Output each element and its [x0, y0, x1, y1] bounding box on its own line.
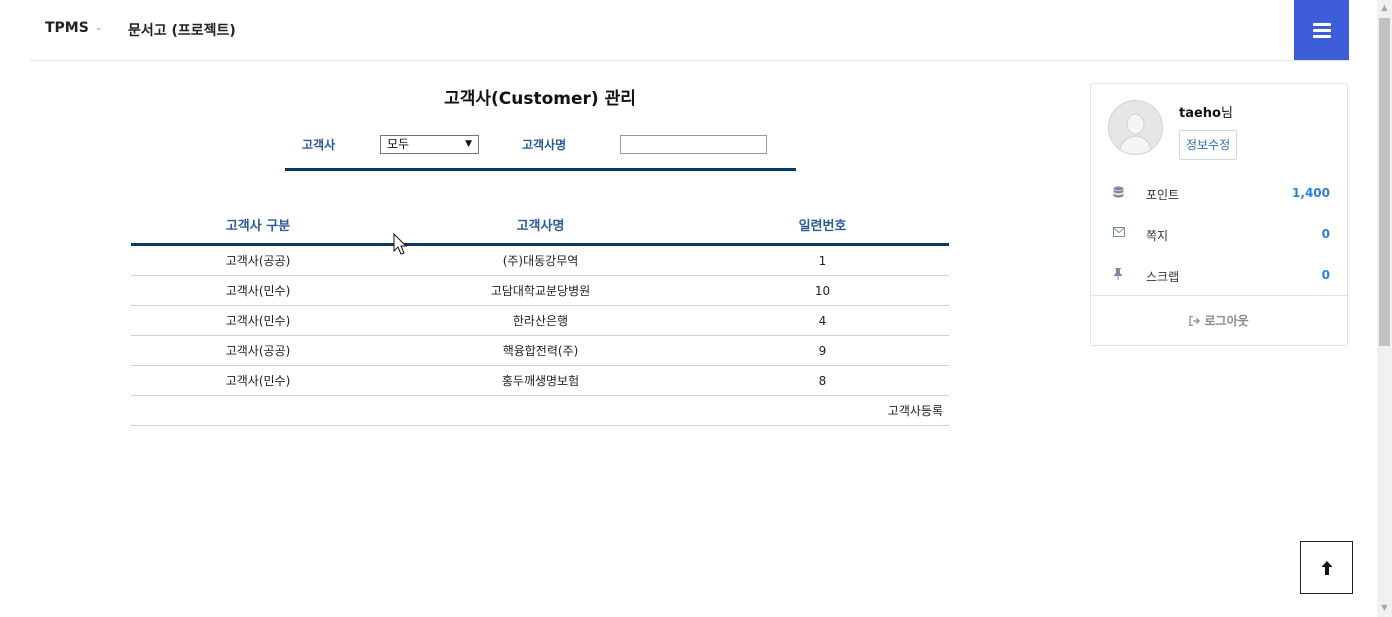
scrap-row[interactable]: 스크랩 0 [1091, 266, 1347, 286]
column-header-serial[interactable]: 일련번호 [696, 205, 949, 246]
table-row[interactable]: 고객사(민수) 홍두깨생명보험 8 [131, 365, 949, 396]
hamburger-icon-bar [1313, 35, 1331, 38]
top-navbar: TPMS ⌄ 문서고 (프로젝트) [30, 0, 1349, 61]
scrap-value: 0 [1321, 268, 1330, 282]
table-footer-row: 고객사등록 [131, 395, 949, 426]
cell-name[interactable]: 홍두깨생명보험 [385, 365, 696, 396]
brand-menu[interactable]: TPMS ⌄ [45, 20, 102, 36]
table-row[interactable]: 고객사(공공) (주)대동강무역 1 [131, 244, 949, 276]
customer-type-selected: 모두 [387, 137, 410, 151]
scrap-label: 스크랩 [1146, 270, 1180, 284]
customer-table: 고객사 구분 고객사명 일련번호 고객사(공공) (주)대동강무역 1 고객사(… [131, 205, 949, 426]
table-row[interactable]: 고객사(공공) 핵융합전력(주) 9 [131, 335, 949, 366]
cell-name[interactable]: (주)대동강무역 [385, 244, 696, 276]
page-title: 고객사(Customer) 관리 [444, 89, 636, 109]
pin-icon [1113, 268, 1123, 283]
hamburger-menu-button[interactable] [1294, 0, 1349, 60]
cell-name[interactable]: 한라산은행 [385, 305, 696, 336]
messages-label: 쪽지 [1146, 229, 1169, 243]
brand-label: TPMS [45, 20, 89, 36]
column-header-name[interactable]: 고객사명 [385, 205, 696, 246]
customer-type-select[interactable]: 모두 ▼ [380, 135, 479, 154]
cell-name[interactable]: 고담대학교분당병원 [385, 275, 696, 306]
cell-serial: 4 [696, 305, 949, 336]
cell-serial: 1 [696, 244, 949, 276]
username-honorific: 님 [1221, 106, 1233, 121]
username: taeho님 [1179, 102, 1233, 121]
user-avatar-icon [1109, 101, 1162, 154]
edit-profile-button[interactable]: 정보수정 [1179, 130, 1238, 160]
scrollbar-thumb[interactable] [1379, 18, 1390, 346]
scroll-down-icon[interactable]: ▼ [1377, 600, 1392, 616]
table-row[interactable]: 고객사(민수) 고담대학교분당병원 10 [131, 275, 949, 306]
table-header-row: 고객사 구분 고객사명 일련번호 [131, 205, 949, 246]
cell-name[interactable]: 핵융합전력(주) [385, 335, 696, 366]
avatar [1108, 100, 1163, 155]
cell-type: 고객사(민수) [131, 305, 385, 336]
messages-value: 0 [1321, 227, 1330, 241]
logout-label: 로그아웃 [1204, 314, 1249, 328]
cell-type: 고객사(민수) [131, 275, 385, 306]
chevron-down-icon: ⌄ [94, 23, 103, 33]
customer-name-input[interactable] [620, 135, 767, 154]
cell-type: 고객사(공공) [131, 244, 385, 276]
nav-item-archive[interactable]: 문서고 (프로젝트) [128, 20, 236, 40]
table-row[interactable]: 고객사(민수) 한라산은행 4 [131, 305, 949, 336]
hamburger-icon [1313, 23, 1331, 26]
points-value: 1,400 [1292, 186, 1330, 200]
register-customer-link[interactable]: 고객사등록 [131, 395, 949, 426]
profile-panel: taeho님 정보수정 포인트 1,400 쪽지 0 스크랩 0 로그아웃 [1090, 83, 1348, 346]
points-row[interactable]: 포인트 1,400 [1091, 184, 1347, 204]
customer-name-label: 고객사명 [522, 138, 567, 152]
database-icon [1113, 186, 1124, 202]
panel-divider [1091, 295, 1347, 296]
cell-serial: 10 [696, 275, 949, 306]
points-label: 포인트 [1146, 188, 1180, 202]
scroll-to-top-button[interactable] [1300, 541, 1353, 594]
scroll-up-icon[interactable]: ▲ [1377, 0, 1392, 16]
arrow-up-icon [1301, 556, 1352, 581]
cell-type: 고객사(공공) [131, 335, 385, 366]
column-header-type[interactable]: 고객사 구분 [131, 205, 385, 246]
search-filter: 고객사 모두 ▼ 고객사명 [285, 124, 796, 171]
dropdown-arrow-icon: ▼ [465, 139, 472, 149]
username-text: taeho [1179, 106, 1221, 121]
customer-type-label: 고객사 [302, 138, 336, 152]
envelope-icon [1113, 227, 1125, 240]
cell-serial: 9 [696, 335, 949, 366]
logout-button[interactable]: 로그아웃 [1091, 312, 1347, 329]
cell-type: 고객사(민수) [131, 365, 385, 396]
sign-out-icon [1189, 314, 1204, 328]
messages-row[interactable]: 쪽지 0 [1091, 225, 1347, 245]
mouse-cursor-icon [393, 232, 408, 259]
cell-serial: 8 [696, 365, 949, 396]
hamburger-icon-bar [1313, 29, 1331, 32]
